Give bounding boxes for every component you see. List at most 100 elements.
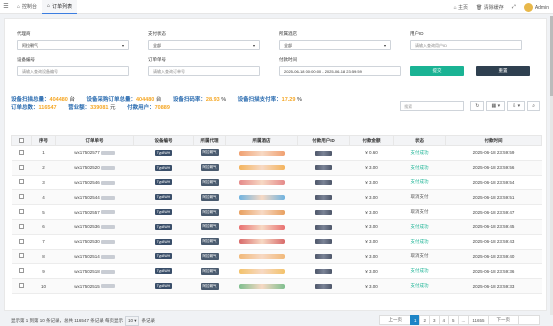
row-checkbox[interactable] bbox=[11, 204, 32, 220]
table-row[interactable]: 6 wx17502536 Typ8WH 阿拉朝气 ¥ 3.00 支付成功 2025-06-1… bbox=[11, 218, 542, 235]
table-row[interactable]: 1 wx17502577 Typ8WH 阿拉朝气 ¥ 0.60 支付成功 2025-06-1… bbox=[11, 145, 542, 161]
redacted-block bbox=[315, 283, 332, 289]
row-checkbox[interactable] bbox=[11, 189, 32, 206]
row-checkbox[interactable] bbox=[11, 233, 32, 250]
next-page-button[interactable]: 下一页 bbox=[487, 315, 519, 325]
cell-order: wx17502557 bbox=[55, 204, 134, 220]
redacted-block bbox=[315, 224, 332, 230]
table-header-row: 序号 订单单号 设备编号 所属代理 所属酒店 付款用户ID 付款金额 状态 付款… bbox=[11, 135, 542, 146]
search-placeholder: 搜索 bbox=[404, 104, 413, 109]
clear-cache-link[interactable]: 🗑 清除缓存 bbox=[476, 4, 504, 11]
cell-status: 支付成功 bbox=[393, 218, 446, 235]
expand-icon[interactable]: ⤢ bbox=[512, 4, 516, 10]
device-tag: Typ8WH bbox=[154, 283, 173, 290]
status-text: 支付成功 bbox=[410, 283, 429, 289]
cell-order: wx17502515 bbox=[55, 278, 134, 294]
cell-seq: 3 bbox=[31, 174, 56, 191]
pay-time-input[interactable]: 2025-06-18 00:00:00 - 2025-06-18 23:59:5… bbox=[279, 66, 401, 76]
cell-user-id bbox=[297, 233, 350, 250]
row-checkbox[interactable] bbox=[11, 278, 32, 294]
table-row[interactable]: 4 wx17502544 Typ8WH 阿拉朝气 ¥ 3.00 取消支付 2025-06-1… bbox=[11, 189, 542, 206]
prev-page-button[interactable]: 上一页 bbox=[379, 315, 411, 325]
cell-amount: ¥ 3.00 bbox=[349, 218, 394, 235]
submit-button[interactable]: 提交 bbox=[410, 66, 464, 76]
device-tag: Typ8WH bbox=[154, 179, 173, 186]
cell-seq: 7 bbox=[31, 233, 56, 250]
status-text: 支付成功 bbox=[410, 179, 429, 185]
table-row[interactable]: 5 wx17502557 Typ8WH 阿拉朝气 ¥ 3.00 取消支付 2025-06-1… bbox=[11, 204, 542, 220]
table-row[interactable]: 9 wx17502518 Typ8WH 阿拉朝气 ¥ 3.00 支付成功 2025-06-1… bbox=[11, 263, 542, 280]
page-size-value: 10 bbox=[127, 318, 133, 323]
agent-label: 代理商 bbox=[17, 31, 31, 36]
cell-time: 2025-06-18 23:59:43 bbox=[445, 233, 542, 250]
status-text: 取消支付 bbox=[410, 194, 429, 200]
row-checkbox[interactable] bbox=[11, 248, 32, 265]
home-link[interactable]: ⌂ 主页 bbox=[454, 4, 468, 11]
col-header: 序号 bbox=[31, 135, 56, 146]
cell-status: 支付成功 bbox=[393, 174, 446, 191]
reset-button[interactable]: 重置 bbox=[476, 66, 530, 76]
home-icon: ⌂ bbox=[453, 4, 457, 11]
row-checkbox[interactable] bbox=[11, 145, 32, 161]
device-tag: Typ8WH bbox=[154, 209, 173, 216]
cell-status: 支付成功 bbox=[393, 263, 446, 280]
page-jump-input[interactable] bbox=[518, 315, 540, 325]
row-checkbox[interactable] bbox=[11, 159, 32, 176]
table-row[interactable]: 7 wx17502530 Typ8WH 阿拉朝气 ¥ 3.00 支付成功 2025-06-1… bbox=[11, 233, 542, 250]
hotel-tag-redacted bbox=[238, 209, 285, 215]
status-select[interactable]: 全部 ▾ bbox=[148, 40, 260, 50]
device-tag: Typ8WH bbox=[154, 194, 173, 201]
hotel-select[interactable]: 全部 ▾ bbox=[279, 40, 391, 50]
stats-line-1: 设备扫描总量：404480 台 设备采购订单总量：404480 台 设备扫码率：… bbox=[11, 96, 302, 104]
cell-status: 支付成功 bbox=[393, 145, 446, 161]
orders-table: 序号 订单单号 设备编号 所属代理 所属酒店 付款用户ID 付款金额 状态 付款… bbox=[11, 135, 542, 294]
row-checkbox[interactable] bbox=[11, 263, 32, 280]
order-input[interactable]: 请输入查询订单号 bbox=[148, 66, 260, 76]
cell-seq: 4 bbox=[31, 189, 56, 206]
redacted-block bbox=[315, 165, 332, 171]
export-icon[interactable]: ⇩ ▾ bbox=[507, 101, 526, 111]
agent-tag: 阿拉朝气 bbox=[200, 164, 219, 172]
status-text: 取消支付 bbox=[410, 209, 429, 215]
redacted-block bbox=[100, 239, 115, 244]
stat-key: 订单总数： bbox=[11, 105, 39, 111]
user-id-input[interactable]: 请输入查询用户ID bbox=[410, 40, 522, 50]
table-row[interactable]: 2 wx17502520 Typ8WH 阿拉朝气 ¥ 3.00 支付成功 2025-06-1… bbox=[11, 159, 542, 176]
menu-icon[interactable]: ☰ bbox=[0, 3, 12, 10]
select-all-checkbox[interactable] bbox=[11, 135, 32, 146]
row-checkbox[interactable] bbox=[11, 174, 32, 191]
page-button[interactable]: 11655 bbox=[468, 315, 489, 325]
stat-value: 404480 bbox=[49, 97, 68, 103]
agent-select[interactable]: 阿拉朝气 ▾ bbox=[17, 40, 129, 50]
table-row[interactable]: 3 wx17502546 Typ8WH 阿拉朝气 ¥ 3.00 支付成功 2025-06-1… bbox=[11, 174, 542, 191]
grid-icon[interactable]: ▦ ▾ bbox=[486, 101, 506, 111]
page-size-select[interactable]: 10 ▾ bbox=[124, 316, 140, 326]
tab-order-list[interactable]: ⌂ 订单列表 bbox=[42, 0, 78, 14]
cell-time: 2025-06-18 23:59:51 bbox=[445, 189, 542, 206]
order-label: 订单单号 bbox=[148, 57, 166, 62]
user-menu[interactable]: Admin bbox=[523, 2, 549, 12]
refresh-icon[interactable]: ↻ bbox=[470, 101, 485, 111]
tab-label: 订单列表 bbox=[52, 3, 73, 10]
device-input[interactable]: 请输入查询设备编号 bbox=[17, 66, 129, 76]
table-row[interactable]: 8 wx17502514 Typ8WH 阿拉朝气 ¥ 3.00 取消支付 2025-06-1… bbox=[11, 248, 542, 265]
cell-status: 取消支付 bbox=[393, 189, 446, 206]
stat-unit: 元 bbox=[110, 105, 116, 111]
cell-order: wx17502518 bbox=[55, 263, 134, 280]
table-row[interactable]: 10 wx17502515 Typ8WH 阿拉朝气 ¥ 3.00 支付成功 2025-06-… bbox=[11, 278, 542, 294]
row-checkbox[interactable] bbox=[11, 218, 32, 235]
order-number: wx17502557 bbox=[74, 209, 100, 215]
cell-time: 2025-06-18 23:59:45 bbox=[445, 218, 542, 235]
tab-dashboard[interactable]: ⌂ 控制台 bbox=[12, 0, 42, 14]
search-input[interactable]: 搜索 bbox=[400, 101, 465, 111]
hotel-tag-redacted bbox=[238, 180, 285, 186]
cell-amount: ¥ 3.00 bbox=[349, 174, 394, 191]
search-icon[interactable]: ⌕ bbox=[527, 101, 540, 111]
cell-user-id bbox=[297, 204, 350, 220]
agent-tag: 阿拉朝气 bbox=[200, 208, 219, 216]
cell-seq: 2 bbox=[31, 159, 56, 176]
cell-agent: 阿拉朝气 bbox=[193, 263, 226, 280]
agent-tag: 阿拉朝气 bbox=[200, 193, 219, 201]
cell-amount: ¥ 3.00 bbox=[349, 189, 394, 206]
cell-hotel bbox=[225, 263, 298, 280]
